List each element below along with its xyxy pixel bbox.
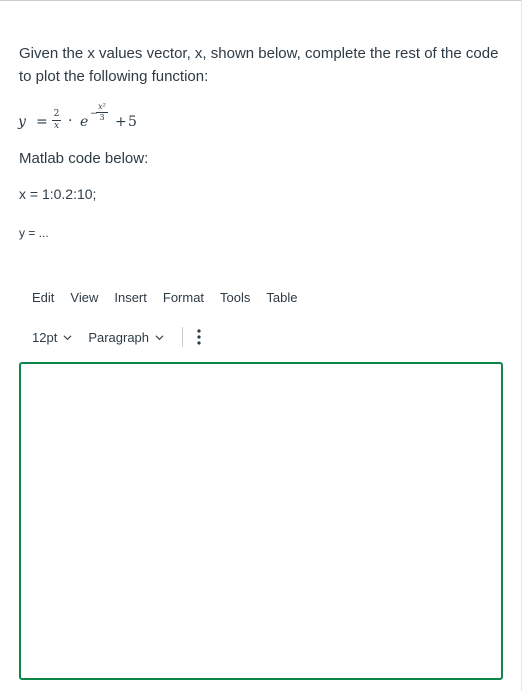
menu-view[interactable]: View	[70, 290, 98, 305]
chevron-down-icon	[63, 334, 72, 340]
code-line-y: y = ...	[19, 226, 49, 240]
code-line-x: x = 1:0.2:10;	[19, 186, 97, 202]
menu-format[interactable]: Format	[163, 290, 204, 305]
menu-tools[interactable]: Tools	[220, 290, 250, 305]
menu-table[interactable]: Table	[266, 290, 297, 305]
formula-multiply: ·	[68, 113, 73, 129]
editor-menubar: Edit View Insert Format Tools Table	[32, 290, 313, 305]
menu-insert[interactable]: Insert	[114, 290, 147, 305]
function-formula: y = 2 x · e − x² 3 + 5	[18, 103, 218, 139]
formula-lhs: y	[18, 114, 26, 130]
top-divider	[0, 0, 522, 1]
exponent-denominator: 3	[99, 113, 105, 122]
menu-edit[interactable]: Edit	[32, 290, 54, 305]
chevron-down-icon	[155, 334, 164, 340]
question-prompt: Given the x values vector, x, shown belo…	[19, 45, 499, 85]
more-options-icon[interactable]	[197, 329, 201, 345]
toolbar-separator	[182, 327, 184, 347]
font-size-value: 12pt	[32, 329, 58, 345]
code-label: Matlab code below:	[19, 150, 149, 167]
answer-editor[interactable]	[19, 362, 503, 680]
formula-fraction: 2 x	[52, 110, 61, 131]
font-size-dropdown[interactable]: 12pt	[32, 330, 72, 345]
block-format-dropdown[interactable]: Paragraph	[88, 330, 164, 345]
formula-base: e	[80, 114, 89, 130]
editor-toolbar: 12pt Paragraph	[32, 327, 201, 347]
exponent-numerator: x²	[98, 102, 106, 111]
fraction-numerator: 2	[53, 109, 60, 119]
block-format-value: Paragraph	[88, 329, 150, 345]
fraction-denominator: x	[53, 121, 60, 131]
formula-plus: +	[115, 114, 127, 130]
formula-equals: =	[36, 114, 48, 130]
exponent-fraction: x² 3	[96, 103, 108, 122]
formula-constant: 5	[128, 114, 137, 130]
